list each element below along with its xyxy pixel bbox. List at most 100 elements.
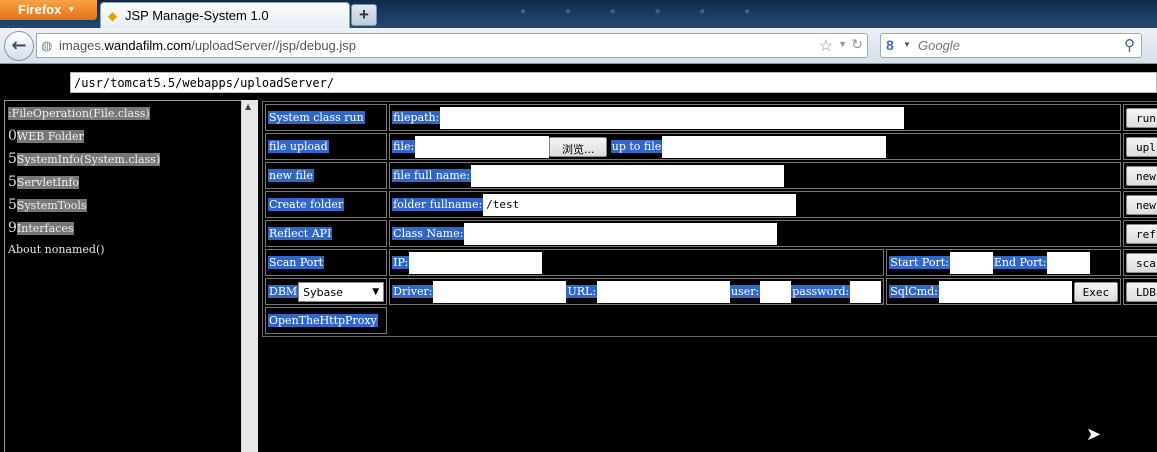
row-fields-cell: Driver: URL: user: password: — [389, 278, 885, 305]
row-fields-cell: folder fullname:/test — [389, 191, 1121, 218]
field-label: SqlCmd: — [889, 284, 939, 298]
start-port-input[interactable] — [949, 251, 993, 274]
password-input[interactable] — [850, 280, 882, 303]
nav-prefix: 5 — [8, 174, 17, 190]
nav-prefix: 9 — [8, 220, 17, 236]
dbm-select[interactable]: Sybase ▼ — [298, 281, 385, 302]
ip-input[interactable] — [409, 251, 543, 274]
new-tab-button[interactable]: + — [351, 4, 377, 26]
table-row: System class run filepath: run — [265, 104, 1157, 131]
scroll-up-icon[interactable]: ▲ — [245, 102, 251, 111]
row-label: Reflect API — [268, 227, 333, 240]
field-label: End Port: — [992, 255, 1048, 269]
nav-label: :FileOperation(File.class) — [8, 107, 150, 120]
navigation-toolbar: ← ◍ images.wandafilm.com/uploadServer//j… — [0, 28, 1157, 64]
row-button-cell: upl — [1122, 133, 1157, 160]
field-label: user: — [730, 284, 761, 298]
table-row: DBM Sybase ▼ Driver: URL: user: password: Sql… — [265, 278, 1157, 305]
chevron-down-icon: ▼ — [372, 286, 380, 297]
port-fields-cell: Start Port: End Port: — [886, 249, 1121, 276]
browser-tab[interactable]: ◆ JSP Manage-System 1.0 — [100, 2, 350, 28]
field-label: Start Port: — [889, 255, 950, 269]
upload-button[interactable]: upl — [1125, 136, 1157, 157]
dbm-select-value: Sybase — [303, 285, 343, 299]
nav-prefix: 0 — [8, 128, 17, 144]
row-fields-cell: filepath: — [389, 104, 1121, 131]
address-bar[interactable]: ◍ images.wandafilm.com/uploadServer//jsp… — [36, 33, 868, 58]
end-port-input[interactable] — [1047, 251, 1091, 274]
dropdown-arrow-icon: ▼ — [67, 5, 76, 14]
row-button-cell: ref — [1122, 220, 1157, 247]
tab-title: JSP Manage-System 1.0 — [125, 8, 269, 23]
user-input[interactable] — [760, 280, 792, 303]
reload-icon[interactable]: ↻ — [851, 36, 863, 53]
url-input[interactable] — [597, 280, 731, 303]
google-engine-icon[interactable]: 8 — [886, 37, 894, 53]
row-label: file upload — [268, 140, 329, 153]
upload-target-input[interactable] — [662, 135, 887, 158]
browse-button[interactable]: 浏览... — [549, 136, 608, 157]
exec-button[interactable]: Exec — [1073, 281, 1118, 302]
empty-cell — [389, 307, 1157, 334]
field-label: filepath: — [392, 110, 441, 124]
nav-prefix: 5 — [8, 151, 17, 167]
row-label: Create folder — [268, 198, 345, 211]
reflect-button[interactable]: ref — [1125, 223, 1157, 244]
ldb-button[interactable]: LDB — [1125, 281, 1157, 302]
field-label: Driver: — [392, 284, 434, 298]
field-label: password: — [791, 284, 851, 298]
table-row: file upload file: 浏览... up to file upl — [265, 133, 1157, 160]
row-label-cell: DBM Sybase ▼ — [265, 278, 388, 305]
current-path-field[interactable]: /usr/tomcat5.5/webapps/uploadServer/ — [70, 72, 1157, 93]
row-label: Scan Port — [268, 256, 325, 269]
url-prefix: images. — [59, 38, 105, 53]
row-label[interactable]: OpenTheHttpProxy — [268, 314, 378, 327]
nav-item-web-folder[interactable]: 0WEB Folder — [8, 128, 241, 151]
firefox-menu-label: Firefox — [18, 2, 62, 17]
nav-item-interfaces[interactable]: 9Interfaces — [8, 220, 241, 243]
back-button[interactable]: ← — [4, 31, 34, 61]
folder-fullname-input[interactable]: /test — [483, 193, 797, 216]
table-row: Scan Port IP: Start Port: End Port: sca — [265, 249, 1157, 276]
history-dropdown-icon[interactable]: ▼ — [838, 39, 847, 49]
table-row: OpenTheHttpProxy — [265, 307, 1157, 334]
taskbar-tray: ● ● ● ● ● ● — [520, 6, 769, 17]
run-button[interactable]: run — [1125, 107, 1157, 128]
sqlcmd-input[interactable] — [938, 280, 1072, 303]
nav-item-systeminfo[interactable]: 5SystemInfo(System.class) — [8, 151, 241, 174]
search-bar[interactable]: 8 ▼ Google ⚲ — [880, 33, 1142, 58]
filepath-input[interactable] — [440, 106, 905, 129]
engine-dropdown-icon[interactable]: ▼ — [903, 40, 911, 49]
row-button-cell: sca — [1122, 249, 1157, 276]
row-button-cell: new — [1122, 162, 1157, 189]
nav-item-servletinfo[interactable]: 5ServletInfo — [8, 174, 241, 197]
bookmark-star-icon[interactable]: ☆ — [819, 36, 833, 56]
url-domain: wandafilm.com — [104, 38, 192, 53]
driver-input[interactable] — [433, 280, 567, 303]
nav-label: SystemInfo(System.class) — [16, 153, 161, 166]
tab-favicon-icon: ◆ — [108, 9, 118, 23]
scan-button[interactable]: sca — [1125, 252, 1157, 273]
file-input[interactable] — [415, 135, 550, 158]
row-label-cell: Scan Port — [265, 249, 388, 276]
field-label: file: — [392, 139, 416, 153]
nav-label: About nonamed() — [8, 243, 105, 256]
row-button-cell: LDB — [1122, 278, 1157, 305]
firefox-menu-button[interactable]: Firefox ▼ — [0, 0, 97, 20]
frame-scrollbar[interactable]: ▲ — [241, 100, 258, 452]
row-label: System class run — [268, 111, 365, 124]
nav-prefix: 5 — [8, 197, 17, 213]
site-identity-icon: ◍ — [41, 38, 53, 53]
search-icon[interactable]: ⚲ — [1124, 36, 1135, 54]
nav-item-fileoperation[interactable]: :FileOperation(File.class) — [8, 105, 241, 128]
row-fields-cell: Class Name: — [389, 220, 1121, 247]
file-full-name-input[interactable] — [471, 164, 785, 187]
new-folder-button[interactable]: new — [1125, 194, 1157, 215]
class-name-input[interactable] — [464, 222, 778, 245]
mouse-cursor-icon: ➤ — [1086, 424, 1102, 445]
new-file-button[interactable]: new — [1125, 165, 1157, 186]
nav-item-systemtools[interactable]: 5SystemTools — [8, 197, 241, 220]
nav-item-about[interactable]: About nonamed() — [8, 243, 241, 266]
search-placeholder: Google — [918, 38, 960, 53]
field-label: URL: — [566, 284, 598, 298]
